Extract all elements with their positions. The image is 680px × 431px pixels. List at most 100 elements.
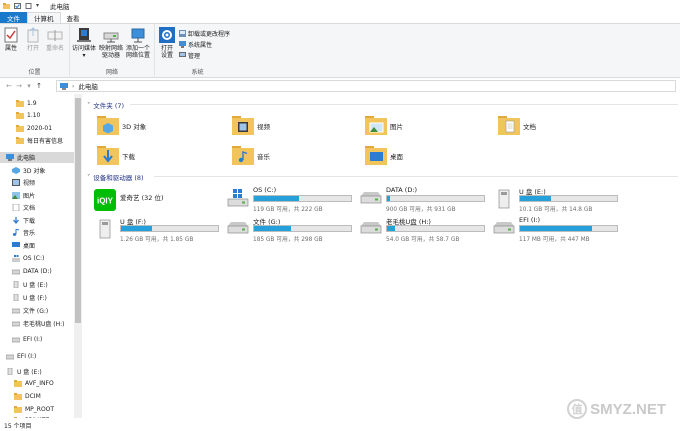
nav-item[interactable]: 视频 [0,177,74,188]
usb-drive-icon [6,367,14,376]
drive-item[interactable]: U 盘 (E:) 10.1 GB 可用，共 14.8 GB [493,186,621,213]
3d-objects-icon [12,167,20,174]
uninstall-button[interactable]: 卸载或更改程序 [179,29,230,38]
folder-label: 视频 [257,123,270,131]
folder-item[interactable]: 3D 对象 [96,114,146,138]
open-settings-button[interactable]: 打开 设置 [159,27,175,59]
nav-scrollbar-thumb[interactable] [75,98,81,323]
nav-item[interactable]: 每日有害信息 [0,135,74,146]
tab-view[interactable]: 查看 [61,12,86,23]
drive-item[interactable]: DATA (D:) 900 GB 可用，共 931 GB [360,186,488,213]
item-count: 15 个项目 [4,422,32,430]
nav-item[interactable]: EFI (I:) [0,351,74,362]
tab-computer[interactable]: 计算机 [27,12,61,23]
nav-item-label: 2020-01 [27,125,53,132]
nav-item[interactable]: 3D 对象 [0,165,74,176]
properties-icon [4,27,18,43]
nav-item[interactable]: 文档 [0,202,74,213]
properties-button[interactable]: 属性 [4,27,18,52]
hdd-icon [360,219,382,237]
map-network-drive-button[interactable]: 映射网络 驱动器 [99,27,123,59]
watermark-badge: 值 [567,399,588,419]
nav-scrollbar[interactable] [74,94,82,418]
drive-name: DATA (D:) [386,186,418,194]
nav-item[interactable]: DCIM [0,391,74,402]
nav-item[interactable]: DATA (D:) [0,266,74,277]
add-network-location-button[interactable]: 添加一个 网络位置 [126,27,150,59]
access-media-button[interactable]: 访问媒体 ▾ [72,27,96,59]
nav-item[interactable]: EFI (I:) [0,334,74,345]
nav-item[interactable]: MP_ROOT [0,404,74,415]
drive-item[interactable]: iQIY 爱奇艺 (32 位) [94,186,222,212]
nav-item[interactable]: PRIVATE [0,415,74,418]
folder-label: 音乐 [257,153,270,161]
documents-icon [12,203,20,212]
folder-item[interactable]: 音乐 [231,144,270,168]
folders-section-header[interactable]: ˅ 文件夹 (7) [87,100,124,110]
breadcrumb-current[interactable]: 此电脑 [78,81,98,91]
folder-item[interactable]: 图片 [364,114,403,138]
nav-item[interactable]: 此电脑 [0,152,74,163]
nav-item-label: MP_ROOT [25,406,55,413]
drive-item[interactable]: 文件 (G:) 185 GB 可用，共 298 GB [227,216,355,243]
folder-item[interactable]: 文档 [497,114,536,138]
folder-item[interactable]: 桌面 [364,144,403,168]
nav-item-label: 视频 [23,180,36,187]
nav-item[interactable]: 音乐 [0,227,74,238]
drive-free-space: 1.26 GB 可用，共 1.85 GB [120,237,194,243]
chevron-down-icon[interactable]: ▾ [36,3,43,9]
address-box[interactable]: › 此电脑 [56,80,676,92]
drive-item[interactable]: OS (C:) 119 GB 可用，共 222 GB [227,186,355,213]
drive-usage-fill [121,226,153,231]
nav-item-label: 1.10 [27,112,41,119]
nav-item-label: U 盘 (F:) [23,295,47,302]
folder-item[interactable]: 视频 [231,114,270,138]
nav-item[interactable]: AVF_INFO [0,378,74,389]
nav-item[interactable]: OS (C:) [0,253,74,264]
add-location-label-1: 添加一个 [126,45,151,52]
folder-item[interactable]: 下载 [96,144,135,168]
drive-icon [11,336,21,343]
drive-item[interactable]: 老毛桃U盘 (H:) 54.0 GB 可用，共 58.7 GB [360,216,488,243]
open-settings-label-1: 打开 [160,45,173,52]
nav-item[interactable]: 下载 [0,215,74,226]
rename-icon [47,30,63,41]
navigation-pane: 1.9 1.10 2020-01 每日有害信息 此电脑 3D 对象视频图片文档下载 音乐桌面… [0,94,82,418]
folder-label: 3D 对象 [122,123,147,131]
recent-chevron-icon[interactable]: ▾ [24,82,34,90]
computer-icon [60,82,68,90]
forward-arrow-icon[interactable]: → [14,82,24,90]
drives-section-header[interactable]: ˅ 设备和驱动器 (8) [87,172,144,182]
drive-usage-fill [254,226,291,231]
nav-item[interactable]: U 盘 (F:) [0,292,74,303]
nav-item[interactable]: 1.10 [0,110,74,121]
rename-button[interactable]: 重命名 [46,27,64,52]
back-arrow-icon[interactable]: ← [4,82,14,90]
nav-item[interactable]: 2020-01 [0,123,74,134]
folder-icon [14,380,22,387]
breadcrumb-chevron-icon[interactable]: › [72,83,74,90]
drive-item[interactable]: U 盘 (F:) 1.26 GB 可用，共 1.85 GB [94,216,222,243]
usb-drive-icon [12,293,20,302]
nav-item[interactable]: 图片 [0,190,74,201]
iqiyi-app-icon: iQIY [94,189,116,213]
computer-icon [6,154,14,161]
nav-item[interactable]: 1.9 [0,98,74,109]
tab-file[interactable]: 文件 [0,12,27,23]
manage-button[interactable]: 管理 [179,51,200,60]
media-server-icon [77,28,91,42]
nav-item[interactable]: 老毛桃U盘 (H:) [0,318,74,329]
up-arrow-icon[interactable]: ↑ [34,82,44,90]
system-properties-button[interactable]: 系统属性 [179,40,212,49]
drive-item[interactable]: EFI (I:) 117 MB 可用，共 447 MB [493,216,621,243]
nav-item-label: 文档 [23,205,36,212]
nav-item[interactable]: U 盘 (E:) [0,366,74,377]
new-folder-icon[interactable] [25,3,32,9]
nav-item[interactable]: U 盘 (E:) [0,279,74,290]
nav-item[interactable]: 文件 (G:) [0,305,74,316]
folder-label: 下载 [122,153,135,161]
nav-item[interactable]: 桌面 [0,240,74,251]
open-button[interactable]: 打开 [26,27,40,52]
properties-icon[interactable] [14,3,21,9]
system-properties-icon [179,41,186,48]
